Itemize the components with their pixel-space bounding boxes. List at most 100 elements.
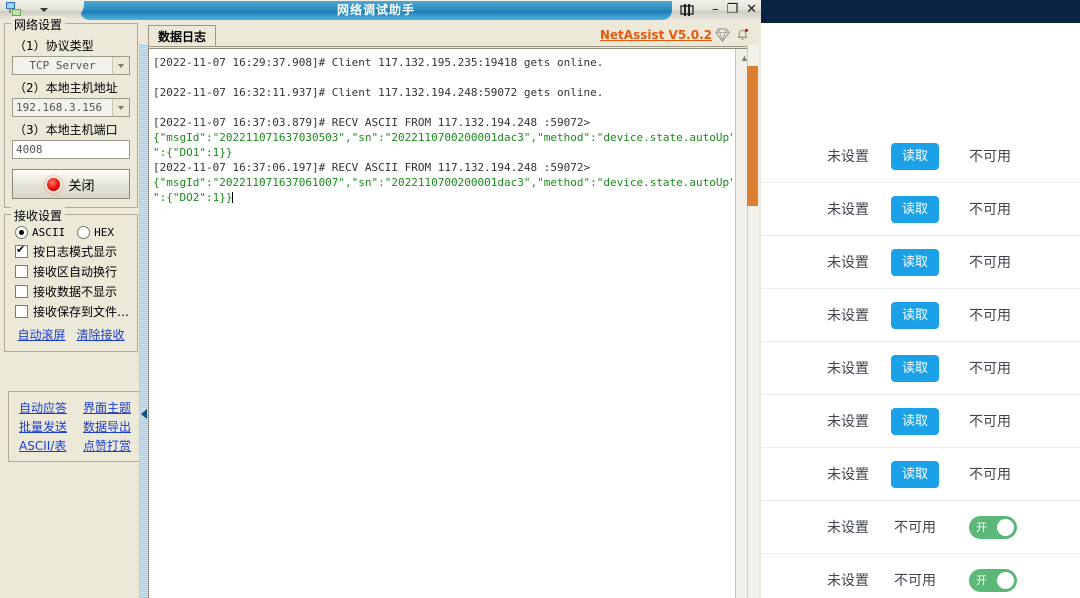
- row-status-text: 未设置: [761, 199, 869, 219]
- connection-toggle-button[interactable]: 关闭: [12, 169, 130, 199]
- receive-links: 自动滚屏 清除接收: [12, 326, 130, 343]
- row-control-cell: 不可用: [961, 146, 1071, 166]
- checkbox-save-to-file[interactable]: 接收保存到文件…: [15, 303, 130, 320]
- checkbox-log-mode-label: 按日志模式显示: [33, 243, 117, 260]
- chevron-down-icon[interactable]: [112, 57, 129, 74]
- pin-window-icon[interactable]: [679, 2, 695, 18]
- radio-hex[interactable]: HEX: [77, 226, 114, 239]
- table-top-spacer: [761, 23, 1080, 130]
- row-right-text: 不可用: [969, 411, 1011, 431]
- read-button[interactable]: 读取: [891, 302, 939, 329]
- row-status-text: 未设置: [761, 252, 869, 272]
- maximize-button[interactable]: ❐: [726, 2, 738, 18]
- read-button[interactable]: 读取: [891, 249, 939, 276]
- window-client-area: 网络设置 （1）协议类型 TCP Server （2）本地主机地址 192.16…: [0, 21, 761, 598]
- chevron-down-icon[interactable]: [112, 99, 129, 116]
- row-status-text: 未设置: [761, 570, 869, 590]
- link-clear-receive[interactable]: 清除接收: [76, 326, 124, 343]
- local-host-address-combo[interactable]: 192.168.3.156: [12, 98, 130, 117]
- radio-hex-dot: [77, 226, 90, 239]
- tab-data-log[interactable]: 数据日志: [148, 25, 216, 47]
- read-button[interactable]: 读取: [891, 143, 939, 170]
- log-line: [2022-11-07 16:32:11.937]# Client 117.13…: [153, 85, 733, 100]
- row-control-cell: 不可用: [961, 358, 1071, 378]
- log-blank-line: [153, 70, 733, 85]
- link-batch-send[interactable]: 批量发送: [19, 418, 67, 435]
- background-app-table: 未设置读取不可用未设置读取不可用未设置读取不可用未设置读取不可用未设置读取不可用…: [761, 23, 1080, 598]
- table-row: 未设置 读取 不可用: [761, 448, 1080, 501]
- log-blank-line: [153, 100, 733, 115]
- link-auto-scroll[interactable]: 自动滚屏: [17, 326, 65, 343]
- row-action-cell: 读取: [869, 249, 961, 276]
- checkbox-auto-wrap-box: [15, 265, 28, 278]
- row-status-text: 未设置: [761, 411, 869, 431]
- checkbox-auto-wrap-label: 接收区自动换行: [33, 263, 117, 280]
- row-unavailable-text: 不可用: [894, 570, 936, 590]
- table-row: 未设置 不可用 开: [761, 554, 1080, 598]
- read-button[interactable]: 读取: [891, 355, 939, 382]
- link-auto-answer[interactable]: 自动应答: [19, 399, 67, 416]
- row-right-text: 不可用: [969, 358, 1011, 378]
- table-row: 未设置 读取 不可用: [761, 130, 1080, 183]
- gem-icon[interactable]: [715, 27, 730, 42]
- close-button[interactable]: ✕: [746, 2, 757, 18]
- checkbox-hide-received[interactable]: 接收数据不显示: [15, 283, 130, 300]
- row-status-text: 未设置: [761, 358, 869, 378]
- protocol-type-value: TCP Server: [13, 59, 112, 72]
- status-lamp-icon: [47, 178, 60, 191]
- radio-ascii-dot: [15, 226, 28, 239]
- read-button[interactable]: 读取: [891, 408, 939, 435]
- row-control-cell: 不可用: [961, 305, 1071, 325]
- radio-hex-label: HEX: [94, 226, 114, 239]
- row-status-text: 未设置: [761, 305, 869, 325]
- tab-underline: [148, 46, 754, 47]
- toggle-switch-knob: [997, 519, 1014, 536]
- bell-icon[interactable]: [735, 27, 750, 42]
- log-line: ":{"DO1":1}}: [153, 145, 733, 160]
- protocol-type-combo[interactable]: TCP Server: [12, 56, 130, 75]
- window-controls: – ❐ ✕: [712, 2, 757, 18]
- table-row: 未设置 读取 不可用: [761, 342, 1080, 395]
- row-action-cell: 读取: [869, 302, 961, 329]
- row-right-text: 不可用: [969, 252, 1011, 272]
- checkbox-save-to-file-box: [15, 305, 28, 318]
- table-row: 未设置 读取 不可用: [761, 236, 1080, 289]
- outer-scrollbar-thumb[interactable]: [747, 66, 758, 206]
- toggle-switch-label: 开: [976, 519, 987, 535]
- tool-links-row: 批量发送 数据导出: [13, 417, 137, 436]
- row-right-text: 不可用: [969, 464, 1011, 484]
- titlebar-dropdown-icon[interactable]: [40, 8, 48, 12]
- minimize-button[interactable]: –: [712, 2, 719, 18]
- tool-links-row: ASCII/表 点赞打赏: [13, 436, 137, 455]
- radio-ascii[interactable]: ASCII: [15, 226, 65, 239]
- local-host-address-label: （2）本地主机地址: [14, 79, 130, 96]
- link-donate[interactable]: 点赞打赏: [83, 437, 131, 454]
- local-host-port-input[interactable]: 4008: [12, 140, 130, 159]
- table-row: 未设置 读取 不可用: [761, 289, 1080, 342]
- read-button[interactable]: 读取: [891, 196, 939, 223]
- row-status-text: 未设置: [761, 464, 869, 484]
- link-ascii-table[interactable]: ASCII/表: [19, 437, 66, 454]
- brand-link[interactable]: NetAssist V5.0.2: [600, 28, 712, 42]
- toggle-switch[interactable]: 开: [969, 569, 1017, 592]
- network-settings-group: 网络设置 （1）协议类型 TCP Server （2）本地主机地址 192.16…: [4, 23, 138, 208]
- text-caret: [232, 192, 233, 203]
- log-line: {"msgId":"202211071637061007","sn":"2022…: [153, 175, 733, 190]
- row-action-cell: 读取: [869, 408, 961, 435]
- collapse-left-pane-icon[interactable]: [141, 409, 147, 419]
- left-settings-pane: 网络设置 （1）协议类型 TCP Server （2）本地主机地址 192.16…: [4, 23, 138, 594]
- link-ui-theme[interactable]: 界面主题: [83, 399, 131, 416]
- log-panel: [2022-11-07 16:29:37.908]# Client 117.13…: [148, 48, 754, 598]
- checkbox-hide-received-box: [15, 285, 28, 298]
- table-row: 未设置 读取 不可用: [761, 395, 1080, 448]
- log-line: [2022-11-07 16:37:03.879]# RECV ASCII FR…: [153, 115, 733, 130]
- link-data-export[interactable]: 数据导出: [83, 418, 131, 435]
- receive-settings-title: 接收设置: [11, 207, 65, 224]
- checkbox-log-mode[interactable]: 按日志模式显示: [15, 243, 130, 260]
- network-settings-title: 网络设置: [11, 16, 65, 33]
- checkbox-auto-wrap[interactable]: 接收区自动换行: [15, 263, 130, 280]
- row-status-text: 未设置: [761, 146, 869, 166]
- read-button[interactable]: 读取: [891, 461, 939, 488]
- window-titlebar[interactable]: 网络调试助手 – ❐ ✕: [0, 0, 761, 21]
- toggle-switch[interactable]: 开: [969, 516, 1017, 539]
